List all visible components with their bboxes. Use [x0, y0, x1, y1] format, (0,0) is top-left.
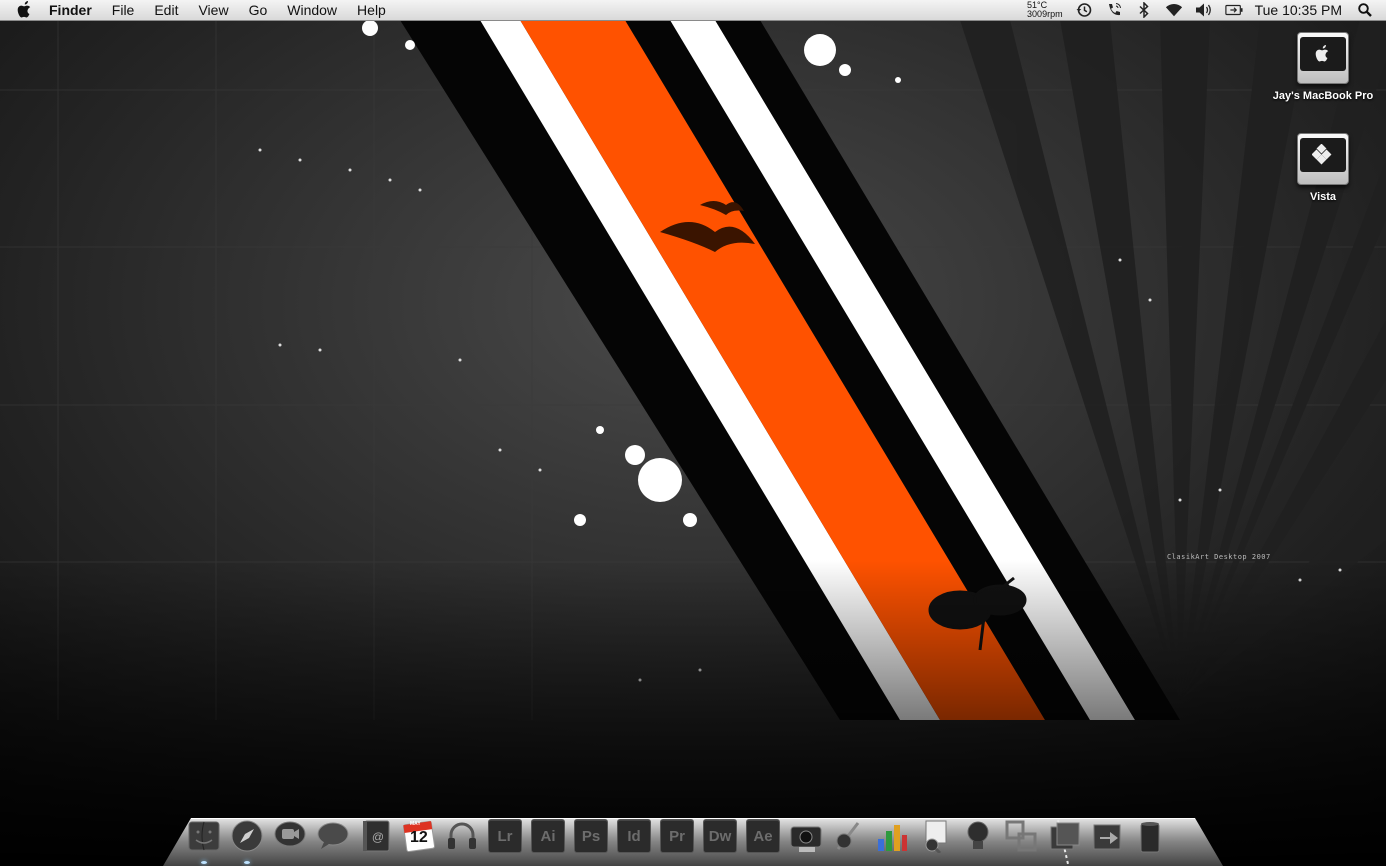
svg-text:@: @	[372, 830, 384, 844]
running-indicator	[244, 861, 250, 864]
apple-menu-icon[interactable]	[17, 1, 33, 19]
premiere-icon: Pr	[660, 819, 694, 853]
dock-item-safari[interactable]	[229, 818, 265, 864]
menu-view[interactable]: View	[198, 2, 228, 18]
dock-item-script-editor[interactable]	[831, 818, 867, 854]
desktop-icon-macbook-pro[interactable]: Jay's MacBook Pro	[1268, 32, 1378, 102]
dock-item-lightbulb[interactable]	[960, 818, 996, 854]
dock: @ MAY 12 Lr Ai Ps Id Pr Dw Ae	[186, 808, 1175, 864]
desktop-icon-label: Jay's MacBook Pro	[1272, 90, 1374, 102]
desktop-icon-vista[interactable]: Vista	[1268, 133, 1378, 203]
volume-icon[interactable]	[1195, 1, 1213, 19]
dock-item-ichat-video[interactable]	[272, 818, 308, 854]
documents-stack-icon	[1050, 822, 1080, 850]
ical-day: 12	[410, 829, 428, 846]
running-indicator	[201, 861, 207, 864]
windows-drive-icon	[1297, 133, 1349, 185]
charts-icon	[878, 825, 907, 851]
hard-drive-icon	[1297, 32, 1349, 84]
indesign-icon: Id	[617, 819, 651, 853]
desktop-wallpaper	[0, 0, 1386, 866]
windows-logo-icon	[1312, 144, 1332, 165]
menu-app-name[interactable]: Finder	[49, 2, 92, 18]
bluetooth-icon[interactable]	[1135, 1, 1153, 19]
script-editor-icon	[836, 822, 860, 850]
wallpaper-credit: ClasikArt Desktop 2007	[1167, 553, 1271, 561]
photoshop-icon: Ps	[574, 819, 608, 853]
spotlight-search-icon[interactable]	[1358, 2, 1374, 18]
menu-edit[interactable]: Edit	[154, 2, 178, 18]
dock-item-photoshop[interactable]: Ps	[573, 818, 609, 854]
dock-item-dreamweaver[interactable]: Dw	[702, 818, 738, 854]
migration-icon	[1005, 820, 1037, 852]
desktop-icon-label: Vista	[1309, 191, 1337, 203]
preview-icon	[925, 820, 947, 853]
dock-item-charts[interactable]	[874, 818, 910, 854]
camera-icon	[790, 826, 822, 852]
battery-icon[interactable]	[1224, 1, 1243, 19]
dock-item-lightroom[interactable]: Lr	[487, 818, 523, 854]
dock-item-camera[interactable]	[788, 818, 824, 854]
dock-item-premiere[interactable]: Pr	[659, 818, 695, 854]
safari-icon	[231, 820, 263, 852]
headphones-icon	[448, 822, 476, 849]
lightbulb-icon	[967, 821, 989, 849]
apple-logo-icon	[1315, 45, 1329, 62]
after-effects-icon: Ae	[746, 819, 780, 853]
fan-speed-readout: 3009rpm	[1027, 9, 1063, 19]
illustrator-icon: Ai	[531, 819, 565, 853]
finder-icon	[188, 821, 220, 851]
time-machine-icon[interactable]	[1075, 1, 1093, 19]
dock-item-after-effects[interactable]: Ae	[745, 818, 781, 854]
dock-item-indesign[interactable]: Id	[616, 818, 652, 854]
dock-item-itunes[interactable]	[444, 818, 480, 854]
menu-bar: Finder File Edit View Go Window Help 51°…	[0, 0, 1386, 21]
address-book-icon: @	[363, 820, 390, 852]
dock-item-ical[interactable]: MAY 12	[401, 818, 437, 854]
ichat-icon	[317, 822, 349, 849]
menu-extras: 51°C 3009rpm Tue 10:35 PM	[1027, 0, 1386, 20]
menu-go[interactable]: Go	[249, 2, 268, 18]
menu-window[interactable]: Window	[287, 2, 337, 18]
dock-item-finder[interactable]	[186, 818, 222, 864]
dreamweaver-icon: Dw	[703, 819, 737, 853]
downloads-stack-icon	[1093, 824, 1121, 850]
dock-item-address-book[interactable]: @	[358, 818, 394, 854]
dock-item-downloads-stack[interactable]	[1089, 818, 1125, 854]
dock-item-migration[interactable]	[1003, 818, 1039, 854]
dock-item-documents-stack[interactable]	[1046, 818, 1082, 854]
dock-item-ichat[interactable]	[315, 818, 351, 854]
menu-help[interactable]: Help	[357, 2, 386, 18]
temperature-monitor[interactable]: 51°C 3009rpm	[1027, 1, 1063, 19]
wifi-icon[interactable]	[1165, 1, 1183, 19]
ical-month: MAY	[410, 821, 421, 827]
menubar-clock[interactable]: Tue 10:35 PM	[1255, 2, 1342, 18]
dock-item-preview[interactable]	[917, 818, 953, 854]
menu-file[interactable]: File	[112, 2, 135, 18]
dock-item-trash[interactable]	[1132, 818, 1168, 854]
ichat-video-icon	[274, 821, 306, 847]
phone-icon[interactable]	[1105, 1, 1123, 19]
trash-icon	[1140, 822, 1160, 853]
lightroom-icon: Lr	[488, 819, 522, 853]
dock-item-illustrator[interactable]: Ai	[530, 818, 566, 854]
